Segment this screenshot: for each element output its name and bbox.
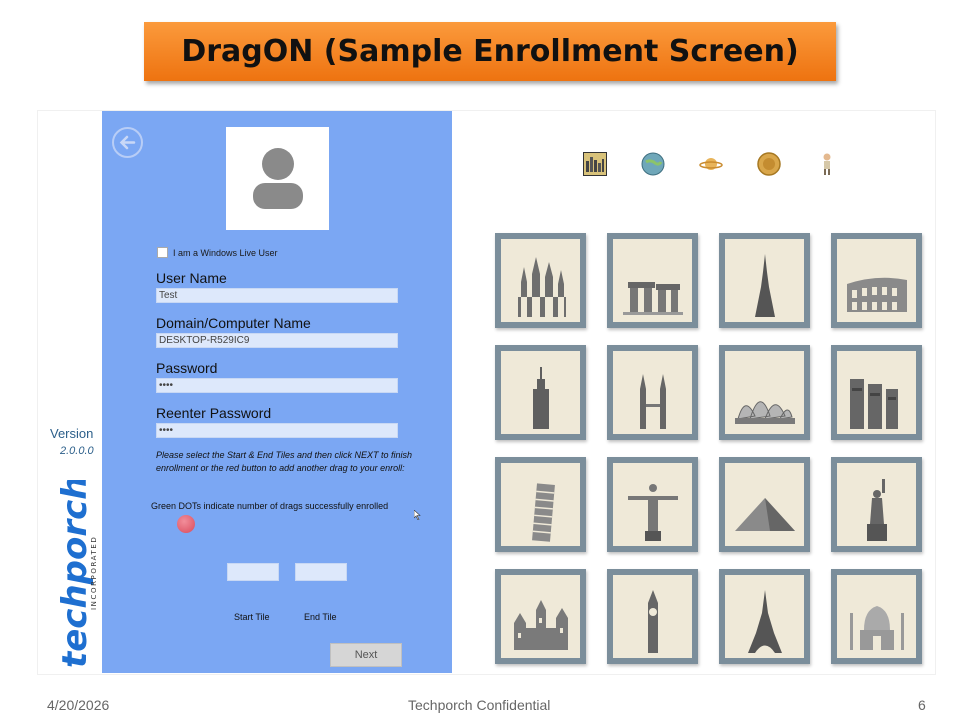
version-label: Version [50, 426, 94, 441]
username-label: User Name [156, 270, 227, 286]
tile-sagrada-familia[interactable] [495, 233, 586, 328]
tile-moai[interactable] [831, 345, 922, 440]
logo-subtext: INCORPORATED [90, 536, 98, 610]
tile-burj-khalifa[interactable] [719, 233, 810, 328]
tile-leaning-tower[interactable] [495, 457, 586, 552]
footer-page-number: 6 [918, 697, 926, 713]
tile-eiffel-tower[interactable] [719, 569, 810, 664]
tile-stonehenge[interactable] [607, 233, 698, 328]
password-label: Password [156, 360, 218, 376]
mouse-cursor-icon [414, 510, 421, 520]
pyramid-icon [734, 498, 795, 531]
user-silhouette-icon [253, 148, 303, 209]
castle-icon [513, 600, 568, 650]
footer-confidential: Techporch Confidential [408, 697, 551, 713]
reenter-password-label: Reenter Password [156, 405, 272, 421]
green-dots-note: Green DOTs indicate number of drags succ… [151, 501, 389, 511]
colosseum-icon [846, 277, 907, 312]
back-arrow-icon[interactable] [112, 127, 143, 158]
tile-taj-mahal[interactable] [831, 569, 922, 664]
tile-christ-redeemer[interactable] [607, 457, 698, 552]
avatar [226, 127, 329, 230]
footer-date: 4/20/2026 [47, 697, 110, 713]
category-globe-icon[interactable] [641, 152, 665, 176]
category-coin-icon[interactable] [757, 152, 781, 176]
domain-label: Domain/Computer Name [156, 315, 311, 331]
end-tile-slot[interactable] [295, 563, 347, 581]
big-ben-icon [647, 590, 658, 653]
burj-khalifa-icon [754, 254, 775, 317]
add-drag-button[interactable] [177, 515, 195, 533]
reenter-password-input[interactable]: •••• [156, 423, 398, 438]
sagrada-familia-icon [517, 257, 566, 317]
tile-pyramid[interactable] [719, 457, 810, 552]
version-number: 2.0.0.0 [60, 445, 94, 457]
password-input[interactable]: •••• [156, 378, 398, 393]
empire-state-icon [532, 367, 549, 429]
enrollment-panel: I am a Windows Live User User Name Test … [102, 111, 452, 673]
username-input[interactable]: Test [156, 288, 398, 303]
slide-title: DragON (Sample Enrollment Screen) [181, 34, 799, 69]
tile-castle[interactable] [495, 569, 586, 664]
techporch-logo: techporch INCORPORATED [56, 480, 98, 668]
statue-of-liberty-icon [866, 479, 887, 541]
category-figure-icon[interactable] [815, 152, 839, 176]
start-tile-slot[interactable] [227, 563, 279, 581]
slide-title-banner: DragON (Sample Enrollment Screen) [144, 22, 836, 81]
stonehenge-icon [622, 282, 683, 315]
next-button[interactable]: Next [330, 643, 402, 667]
windows-live-checkbox[interactable] [157, 247, 168, 258]
category-cityscape-icon[interactable] [583, 152, 607, 176]
leaning-tower-icon [531, 483, 555, 542]
tile-big-ben[interactable] [607, 569, 698, 664]
moai-icon [849, 379, 898, 429]
windows-live-label: I am a Windows Live User [173, 247, 278, 258]
eiffel-tower-icon [747, 590, 782, 653]
windows-live-row: I am a Windows Live User [157, 247, 278, 258]
sydney-opera-icon [734, 401, 795, 424]
domain-input[interactable]: DESKTOP-R529IC9 [156, 333, 398, 348]
tile-sydney-opera[interactable] [719, 345, 810, 440]
start-tile-label: Start Tile [234, 612, 270, 622]
tile-empire-state[interactable] [495, 345, 586, 440]
tile-statue-of-liberty[interactable] [831, 457, 922, 552]
category-planet-icon[interactable] [699, 152, 723, 176]
petronas-towers-icon [639, 374, 666, 429]
tile-colosseum[interactable] [831, 233, 922, 328]
taj-mahal-icon [849, 606, 904, 650]
christ-redeemer-icon [627, 484, 678, 541]
tile-petronas-towers[interactable] [607, 345, 698, 440]
instructions-text: Please select the Start & End Tiles and … [156, 450, 413, 473]
end-tile-label: End Tile [304, 612, 337, 622]
